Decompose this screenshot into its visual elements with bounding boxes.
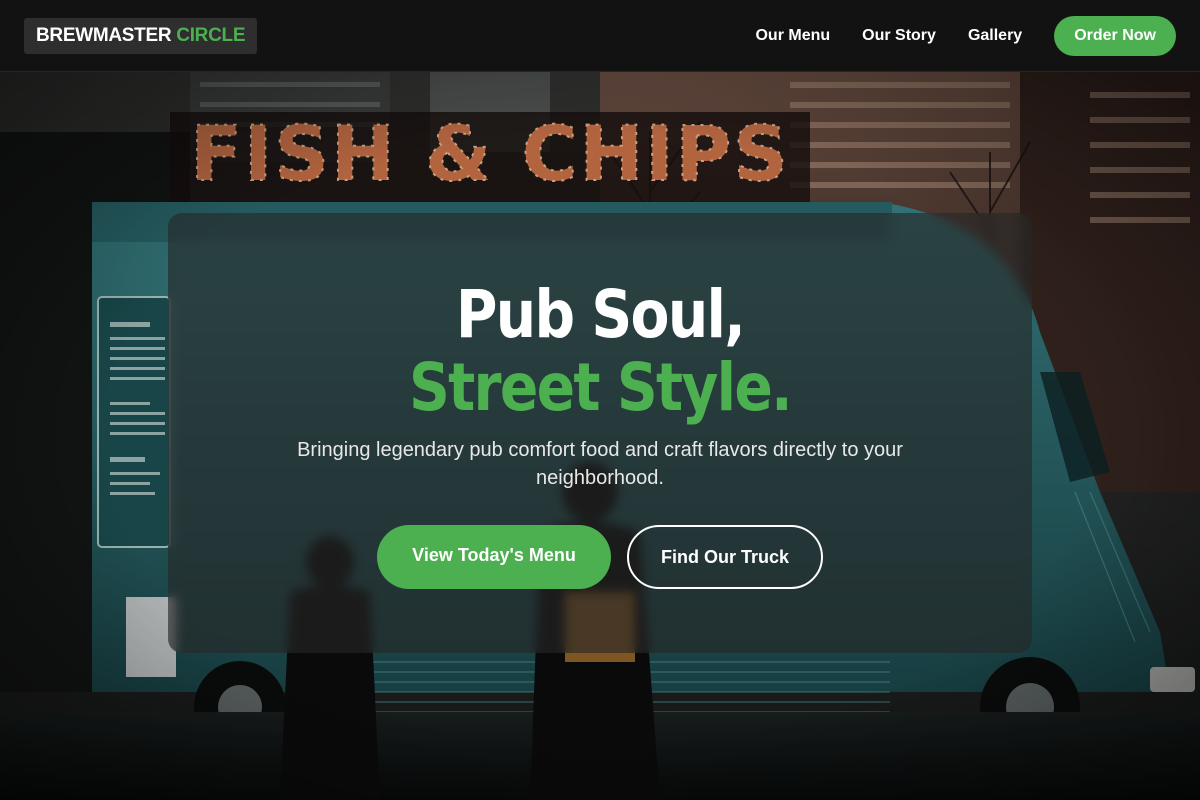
nav-link-our-story[interactable]: Our Story bbox=[862, 27, 936, 45]
view-todays-menu-button[interactable]: View Today's Menu bbox=[377, 525, 611, 589]
hero-headline-line2: Street Style. bbox=[408, 349, 793, 426]
brand-logo[interactable]: BREWMASTER CIRCLE bbox=[24, 17, 258, 54]
nav-links: Our Menu Our Story Gallery Order Now bbox=[755, 15, 1176, 56]
nav-link-our-menu[interactable]: Our Menu bbox=[755, 27, 830, 45]
brand-name-accent: CIRCLE bbox=[176, 24, 246, 46]
order-now-button[interactable]: Order Now bbox=[1054, 15, 1176, 56]
hero-headline-line1: Pub Soul, bbox=[455, 276, 746, 353]
brand-name-primary: BREWMASTER bbox=[36, 24, 172, 46]
nav-link-gallery[interactable]: Gallery bbox=[968, 27, 1022, 45]
hero-subtitle: Bringing legendary pub comfort food and … bbox=[297, 439, 903, 489]
top-nav: BREWMASTER CIRCLE Our Menu Our Story Gal… bbox=[0, 0, 1200, 72]
hero-section: FISH & CHIPS bbox=[0, 72, 1200, 800]
find-our-truck-button[interactable]: Find Our Truck bbox=[627, 525, 823, 589]
hero-card: Pub Soul, Street Style. Bringing legenda… bbox=[168, 213, 1032, 653]
